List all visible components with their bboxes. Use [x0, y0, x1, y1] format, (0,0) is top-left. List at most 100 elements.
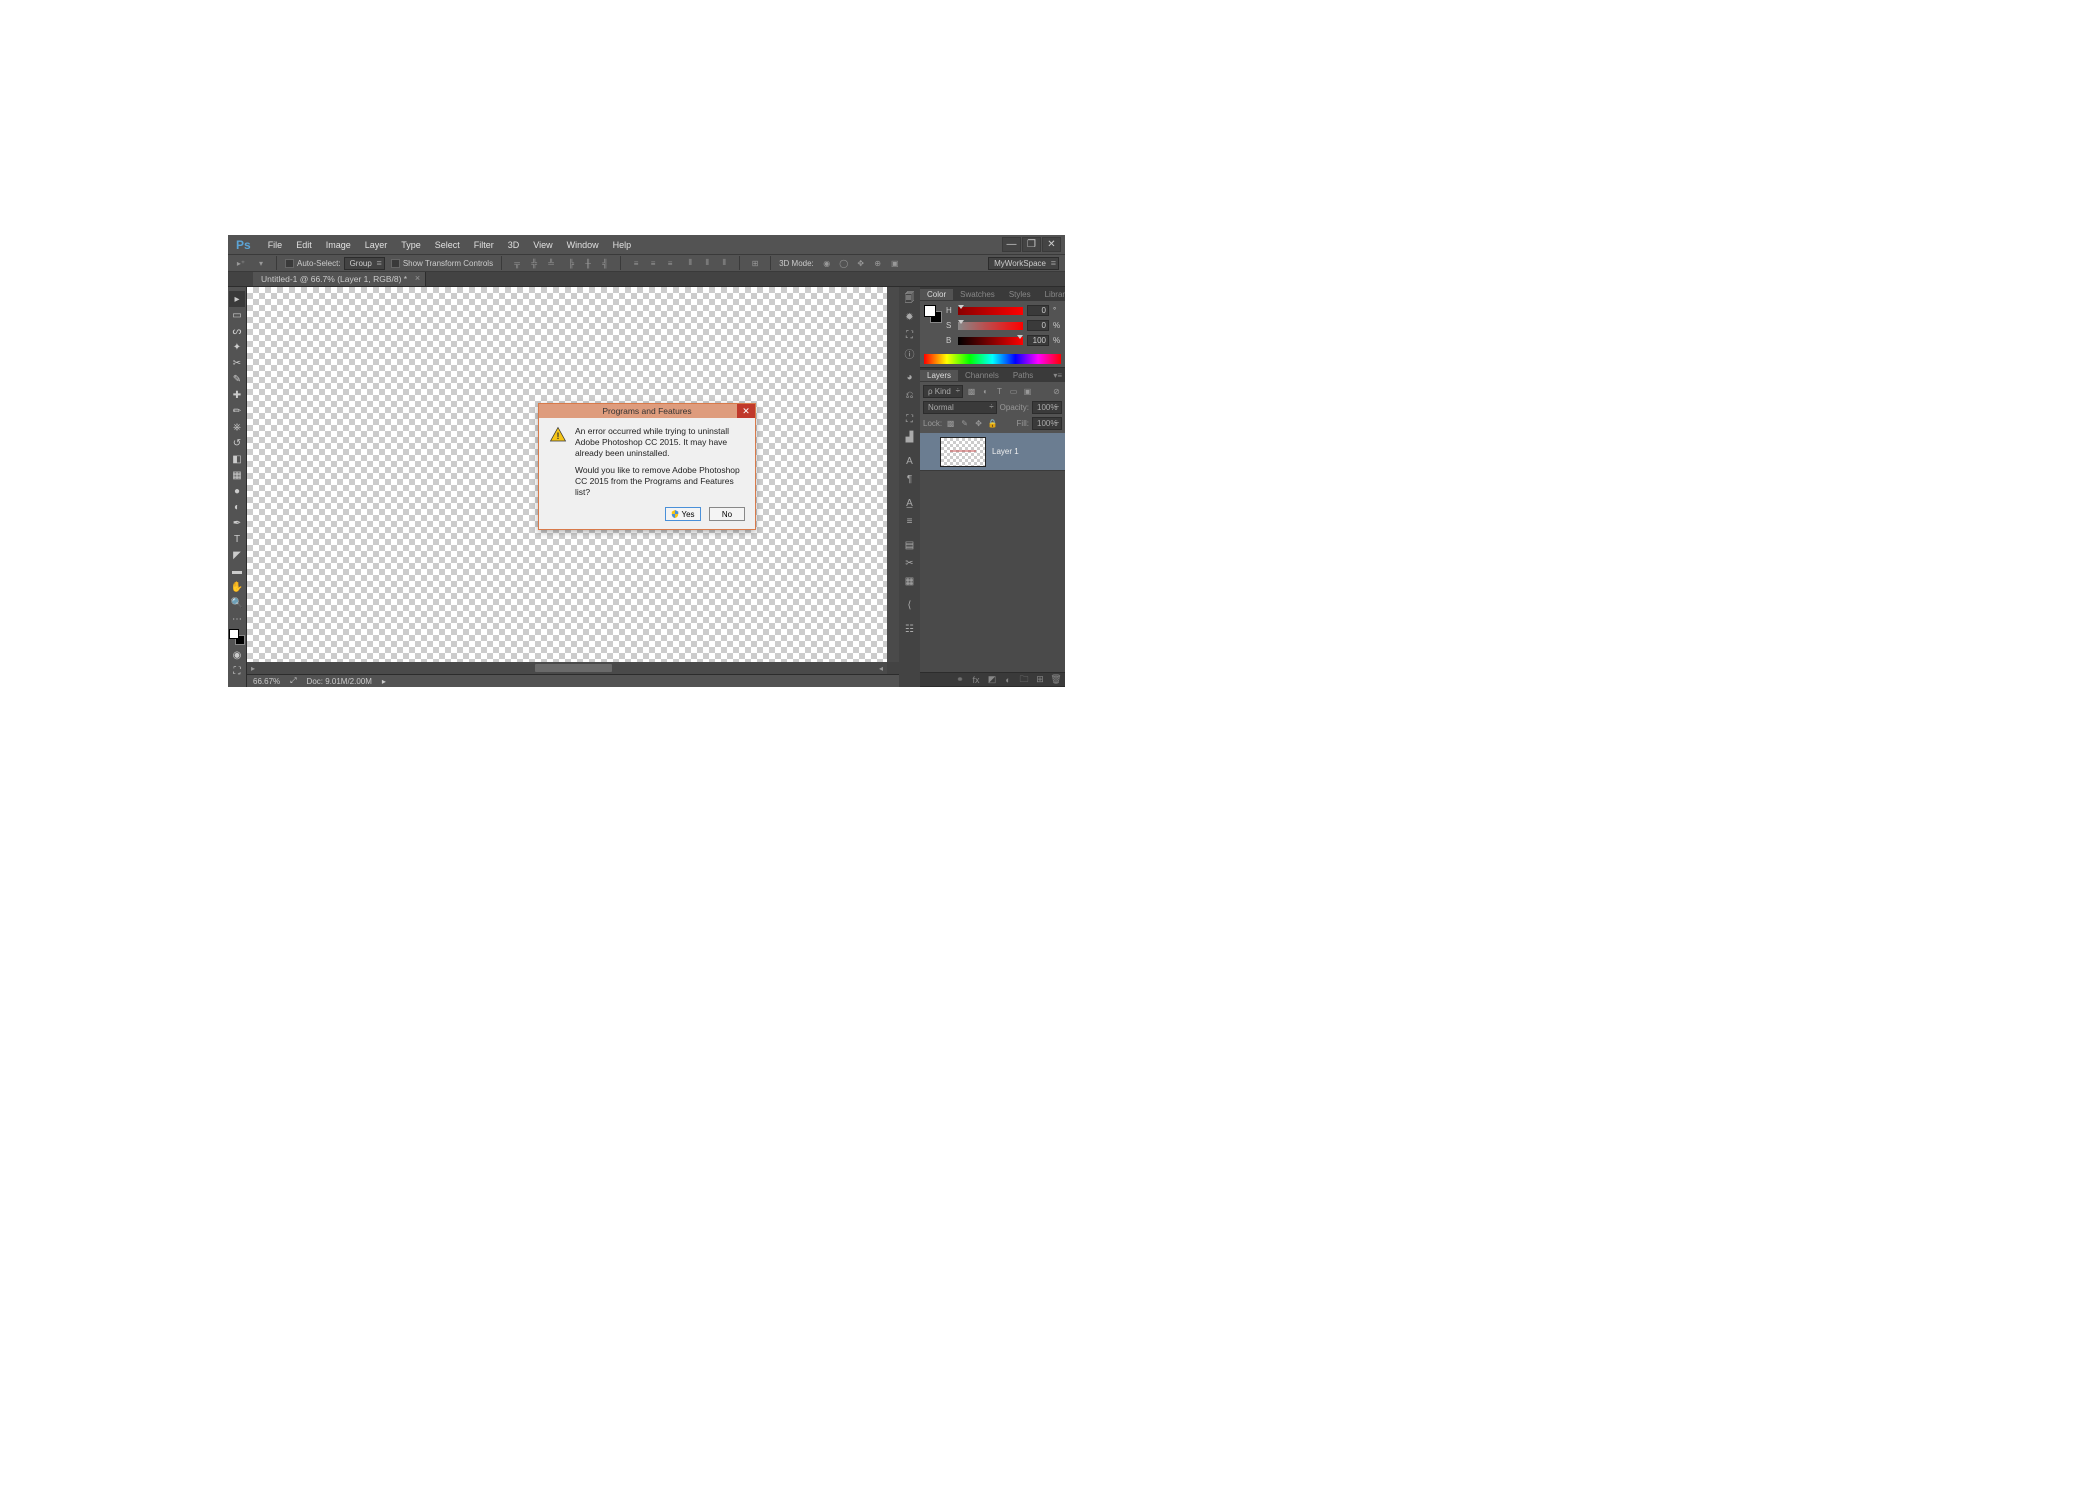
dist-vcenter-icon[interactable]: ≡	[646, 256, 660, 270]
dialog-close-button[interactable]: ✕	[737, 404, 755, 418]
dist-right-icon[interactable]: ⦀	[717, 256, 731, 270]
eyedropper-tool[interactable]: ✎	[229, 371, 245, 387]
blur-tool[interactable]: ●	[229, 483, 245, 499]
screen-mode-tool[interactable]: ⛶	[229, 663, 245, 679]
brush-panel-icon[interactable]: ◕	[901, 369, 918, 386]
3d-pan-icon[interactable]: ✥	[854, 256, 868, 270]
tab-color[interactable]: Color	[920, 289, 953, 300]
delete-icon[interactable]: 🗑	[1051, 675, 1061, 685]
gradient-tool[interactable]: ▦	[229, 467, 245, 483]
3d-scale-icon[interactable]: ▣	[888, 256, 902, 270]
status-menu-icon[interactable]: ▸	[382, 677, 386, 686]
opacity-input[interactable]: 100%	[1032, 401, 1062, 414]
scroll-left-icon[interactable]: ▸	[247, 664, 259, 673]
tab-channels[interactable]: Channels	[958, 370, 1006, 381]
marquee-tool[interactable]: ▭	[229, 307, 245, 323]
info-icon[interactable]: ⓘ	[901, 345, 918, 362]
character-icon[interactable]: A	[901, 453, 918, 470]
lasso-tool[interactable]: ᔕ	[229, 323, 245, 339]
menu-help[interactable]: Help	[606, 238, 639, 252]
crop-tool[interactable]: ✂	[229, 355, 245, 371]
dodge-tool[interactable]: ◐	[229, 499, 245, 515]
scroll-thumb[interactable]	[535, 664, 612, 672]
menu-layer[interactable]: Layer	[358, 238, 395, 252]
dist-hcenter-icon[interactable]: ⦀	[700, 256, 714, 270]
blend-mode-dropdown[interactable]: Normal	[923, 401, 997, 414]
layer-name[interactable]: Layer 1	[992, 447, 1019, 456]
menu-type[interactable]: Type	[394, 238, 428, 252]
filter-smart-icon[interactable]: ▣	[1022, 386, 1033, 397]
align-left-icon[interactable]: ╠	[564, 256, 578, 270]
healing-tool[interactable]: ✚	[229, 387, 245, 403]
auto-align-icon[interactable]: ⊞	[748, 256, 762, 270]
menu-select[interactable]: Select	[428, 238, 467, 252]
3d-roll-icon[interactable]: ◯	[837, 256, 851, 270]
menu-image[interactable]: Image	[319, 238, 358, 252]
actions-icon[interactable]: ✹	[901, 309, 918, 326]
tool-presets-icon[interactable]: ✂	[901, 555, 918, 572]
lock-position-icon[interactable]: ✥	[973, 418, 984, 429]
fx-icon[interactable]: fx	[971, 675, 981, 685]
properties-icon[interactable]: ⛶	[901, 327, 918, 344]
hue-slider[interactable]	[958, 307, 1023, 315]
lock-all-icon[interactable]: 🔒	[987, 418, 998, 429]
lock-pixels-icon[interactable]: ✎	[959, 418, 970, 429]
close-button[interactable]: ✕	[1042, 237, 1061, 252]
paragraph-icon[interactable]: ¶	[901, 471, 918, 488]
color-swatches[interactable]	[229, 629, 245, 645]
sat-slider[interactable]	[958, 322, 1023, 330]
panel-color-swatches[interactable]	[924, 305, 942, 323]
adjustment-icon[interactable]: ◐	[1003, 675, 1013, 685]
3d-orbit-icon[interactable]: ◉	[820, 256, 834, 270]
tab-layers[interactable]: Layers	[920, 370, 958, 381]
menu-3d[interactable]: 3D	[501, 238, 527, 252]
tab-paths[interactable]: Paths	[1006, 370, 1040, 381]
dist-top-icon[interactable]: ≡	[629, 256, 643, 270]
workspace-selector[interactable]: MyWorkSpace	[988, 257, 1059, 270]
align-vcenter-icon[interactable]: ╬	[527, 256, 541, 270]
sat-input[interactable]	[1027, 320, 1049, 331]
align-top-icon[interactable]: ╦	[510, 256, 524, 270]
close-tab-icon[interactable]: ×	[415, 273, 420, 283]
shape-tool[interactable]: ▬	[229, 563, 245, 579]
path-tool[interactable]: ◤	[229, 547, 245, 563]
brush-tool[interactable]: ✏	[229, 403, 245, 419]
tab-libraries[interactable]: Libraries	[1038, 289, 1065, 300]
link-icon[interactable]: ⚭	[955, 675, 965, 685]
filter-type-icon[interactable]: T	[994, 386, 1005, 397]
maximize-button[interactable]: ❐	[1022, 237, 1041, 252]
spectrum-ramp[interactable]	[924, 354, 1061, 364]
bri-input[interactable]	[1027, 335, 1049, 346]
measure-icon[interactable]: ⟨	[901, 597, 918, 614]
menu-view[interactable]: View	[526, 238, 559, 252]
group-icon[interactable]: 🗀	[1019, 675, 1029, 685]
history-brush-tool[interactable]: ↺	[229, 435, 245, 451]
layer-item[interactable]: Layer 1	[920, 433, 1065, 471]
lock-transparent-icon[interactable]: ▩	[945, 418, 956, 429]
layers-panel-menu-icon[interactable]: ▾≡	[1046, 370, 1065, 381]
align-hcenter-icon[interactable]: ╫	[581, 256, 595, 270]
no-button[interactable]: No	[709, 507, 745, 521]
show-transform-checkbox[interactable]	[391, 259, 400, 268]
3d-slide-icon[interactable]: ⊕	[871, 256, 885, 270]
navigator-icon[interactable]: ⛶	[901, 411, 918, 428]
histogram-icon[interactable]: ▟	[901, 429, 918, 446]
minimize-button[interactable]: —	[1002, 237, 1021, 252]
layer-thumbnail[interactable]	[940, 437, 986, 467]
horizontal-scrollbar[interactable]: ▸ ◂	[247, 662, 887, 674]
edit-toolbar[interactable]: ⋯	[229, 611, 245, 627]
eraser-tool[interactable]: ◧	[229, 451, 245, 467]
type-tool[interactable]: T	[229, 531, 245, 547]
bri-slider[interactable]	[958, 337, 1023, 345]
magic-wand-tool[interactable]: ✦	[229, 339, 245, 355]
hue-input[interactable]	[1027, 305, 1049, 316]
timeline-icon[interactable]: ☷	[901, 621, 918, 638]
hand-tool[interactable]: ✋	[229, 579, 245, 595]
clone-panel-icon[interactable]: ⎌	[901, 387, 918, 404]
char-styles-icon[interactable]: A̲	[901, 495, 918, 512]
menu-window[interactable]: Window	[560, 238, 606, 252]
menu-file[interactable]: File	[261, 238, 290, 252]
layer-filter-dropdown[interactable]: ρ Kind	[923, 385, 963, 398]
dist-left-icon[interactable]: ⦀	[683, 256, 697, 270]
pen-tool[interactable]: ✒	[229, 515, 245, 531]
